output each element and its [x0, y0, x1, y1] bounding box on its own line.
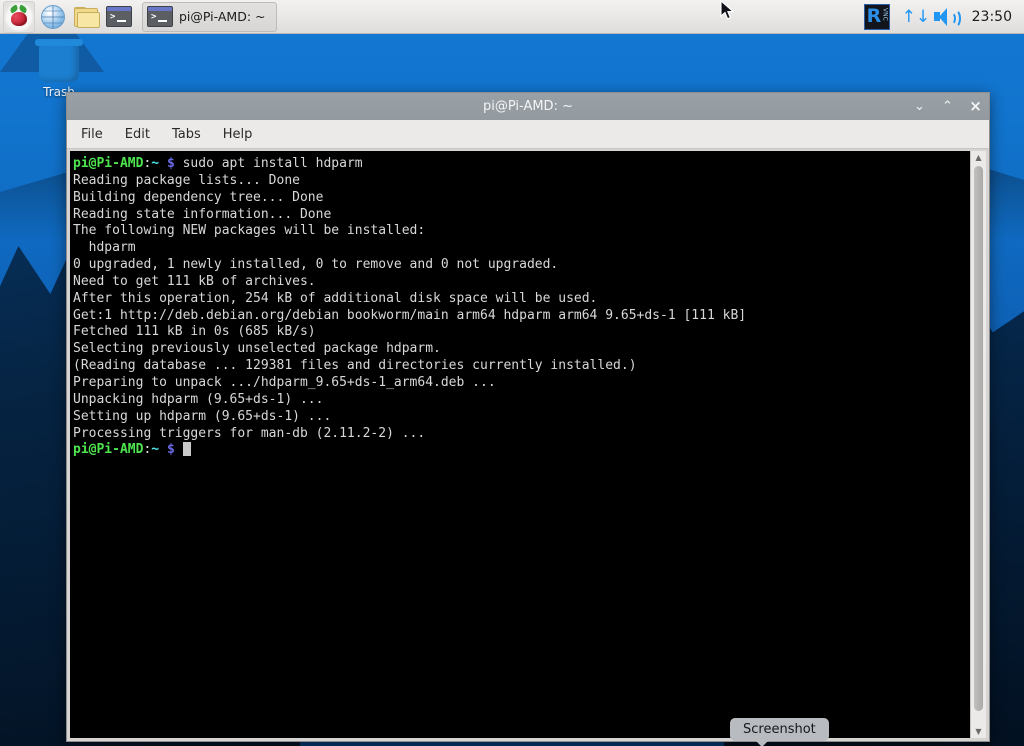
terminal-output-line: Selecting previously unselected package …	[73, 341, 441, 357]
terminal-output-line: Reading state information... Done	[73, 206, 332, 222]
menu-tabs[interactable]: Tabs	[172, 127, 201, 142]
terminal-output[interactable]: pi@Pi-AMD:~ $ sudo apt install hdparm Rea…	[70, 151, 970, 738]
terminal-path: ~	[151, 442, 160, 458]
scroll-down-icon[interactable]: ▼	[971, 725, 986, 738]
terminal-window[interactable]: pi@Pi-AMD: ~ ⌄ ⌃ × File Edit Tabs Help p…	[66, 92, 990, 742]
terminal-output-line: 0 upgraded, 1 newly installed, 0 to remo…	[73, 257, 559, 273]
terminal-output-line: (Reading database ... 129381 files and d…	[73, 358, 637, 374]
vnc-label: VNC	[881, 7, 889, 21]
vnc-letter: R	[866, 4, 882, 27]
terminal-content-area[interactable]: pi@Pi-AMD:~ $ sudo apt install hdparm Rea…	[67, 149, 989, 741]
terminal-output-line: Unpacking hdparm (9.65+ds-1) ...	[73, 391, 324, 407]
terminal-prompt-line: pi@Pi-AMD:~ $	[73, 442, 970, 459]
terminal-output-line: Processing triggers for man-db (2.11.2-2…	[73, 425, 426, 441]
raspberry-icon	[8, 3, 30, 28]
taskbar-panel: > > pi@Pi-AMD: ~ R VNC ↑↓ 23:50	[0, 0, 1024, 34]
terminal-scrollbar[interactable]: ▲ ▼	[970, 151, 986, 738]
terminal-cursor	[182, 442, 191, 457]
screenshot-tooltip[interactable]: Screenshot	[730, 718, 829, 746]
minimize-button[interactable]: ⌄	[912, 100, 927, 113]
menu-bar: File Edit Tabs Help	[67, 120, 989, 149]
taskbar-button-label: pi@Pi-AMD: ~	[179, 9, 266, 24]
menu-file[interactable]: File	[81, 127, 103, 142]
network-glyph: ↑↓	[901, 6, 931, 27]
terminal-icon: >	[106, 6, 132, 27]
web-browser-launcher[interactable]	[38, 2, 68, 32]
menu-help[interactable]: Help	[223, 127, 253, 142]
vnc-icon[interactable]: R VNC	[863, 3, 890, 30]
terminal-output-line: Need to get 111 kB of archives.	[73, 273, 316, 289]
menu-edit[interactable]: Edit	[125, 127, 150, 142]
clock[interactable]: 23:50	[970, 9, 1012, 25]
terminal-icon: >	[147, 6, 173, 27]
close-button[interactable]: ×	[968, 99, 983, 114]
terminal-output-line: Reading package lists... Done	[73, 172, 300, 188]
globe-icon	[41, 4, 65, 29]
scrollbar-thumb[interactable]	[974, 166, 983, 711]
maximize-button[interactable]: ⌃	[940, 100, 955, 113]
desktop-icon-trash[interactable]: Trash	[22, 39, 96, 99]
terminal-output-line: Preparing to unpack .../hdparm_9.65+ds-1…	[73, 374, 496, 390]
trash-icon	[35, 39, 83, 82]
terminal-output-line: After this operation, 254 kB of addition…	[73, 290, 598, 306]
terminal-output-line: Setting up hdparm (9.65+ds-1) ...	[73, 408, 332, 424]
network-up-down-icon[interactable]: ↑↓	[902, 6, 931, 28]
taskbar-button-terminal[interactable]: > pi@Pi-AMD: ~	[142, 1, 277, 32]
terminal-output-line: The following NEW packages will be insta…	[73, 223, 426, 239]
desktop[interactable]: > > pi@Pi-AMD: ~ R VNC ↑↓ 23:50 Trash pi…	[0, 0, 1024, 746]
terminal-output-line: hdparm	[73, 240, 136, 256]
volume-icon[interactable]	[933, 7, 961, 28]
file-manager-launcher[interactable]	[71, 2, 101, 32]
terminal-dollar: $	[166, 156, 175, 171]
raspberry-menu-button[interactable]	[3, 0, 35, 33]
scroll-up-icon[interactable]: ▲	[971, 151, 986, 164]
terminal-user-host: pi@Pi-AMD	[73, 442, 144, 458]
terminal-user-host: pi@Pi-AMD	[73, 156, 144, 171]
terminal-output-line: Get:1 http://deb.debian.org/debian bookw…	[73, 307, 747, 323]
terminal-output-line: Building dependency tree... Done	[73, 189, 324, 205]
terminal-launcher[interactable]: >	[104, 2, 134, 32]
window-title: pi@Pi-AMD: ~	[483, 99, 573, 114]
terminal-output-line: Fetched 111 kB in 0s (685 kB/s)	[73, 324, 316, 340]
taskbar-window-list: > pi@Pi-AMD: ~	[142, 1, 277, 32]
terminal-path: ~	[151, 156, 160, 171]
terminal-command: sudo apt install hdparm	[174, 156, 363, 171]
system-tray: R VNC ↑↓ 23:50	[863, 3, 1024, 30]
window-controls: ⌄ ⌃ ×	[912, 93, 983, 120]
window-titlebar[interactable]: pi@Pi-AMD: ~ ⌄ ⌃ ×	[67, 93, 989, 120]
folder-icon	[74, 7, 100, 28]
terminal-prompt-line: pi@Pi-AMD:~ $ sudo apt install hdparm	[73, 156, 970, 173]
terminal-dollar: $	[166, 442, 175, 458]
